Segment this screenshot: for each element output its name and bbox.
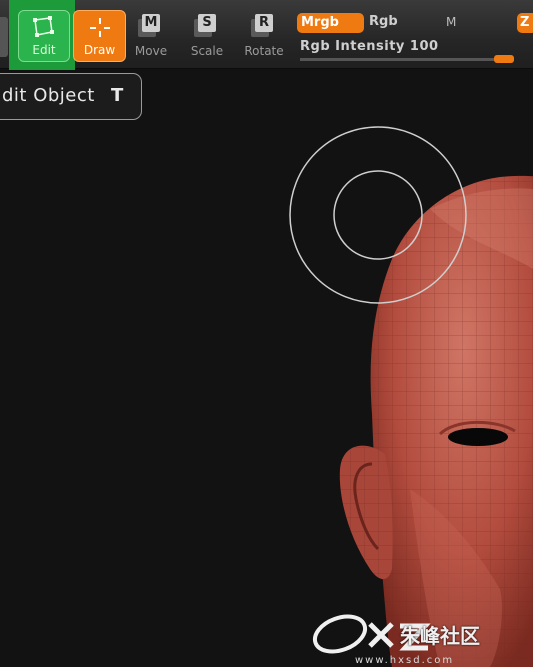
edit-icon: [33, 16, 54, 37]
edit-label: Edit: [32, 43, 56, 57]
scale-icon: S: [198, 14, 216, 32]
m-button[interactable]: M: [446, 15, 456, 29]
edit-button[interactable]: Edit: [18, 10, 70, 62]
truncated-button[interactable]: [0, 17, 8, 57]
move-label: Move: [134, 44, 168, 58]
rotate-icon: R: [255, 14, 273, 32]
move-icon: M: [142, 14, 160, 32]
canvas-viewport[interactable]: [0, 69, 533, 667]
head-model: [339, 175, 533, 667]
watermark-text: 朱峰社区: [400, 624, 480, 648]
draw-label: Draw: [83, 43, 116, 57]
mrgb-button[interactable]: Mrgb: [297, 13, 364, 33]
rgb-intensity-label: Rgb Intensity 100: [300, 39, 439, 54]
rotate-button[interactable]: R Rotate: [238, 10, 290, 62]
draw-button[interactable]: Draw: [73, 10, 126, 62]
rgb-button[interactable]: Rgb: [369, 14, 398, 29]
top-toolbar: Edit Draw M Move S Scale R Rotate Mrgb R…: [0, 0, 533, 70]
watermark-url: www.hxsd.com: [355, 655, 455, 666]
rotate-label: Rotate: [244, 44, 284, 58]
rgb-intensity-slider-knob[interactable]: [494, 55, 514, 63]
draw-icon: [90, 18, 110, 37]
scale-label: Scale: [190, 44, 224, 58]
zadd-button[interactable]: Z: [517, 13, 533, 33]
scale-button[interactable]: S Scale: [181, 10, 233, 62]
rgb-intensity-slider[interactable]: [300, 58, 514, 61]
move-button[interactable]: M Move: [125, 10, 177, 62]
